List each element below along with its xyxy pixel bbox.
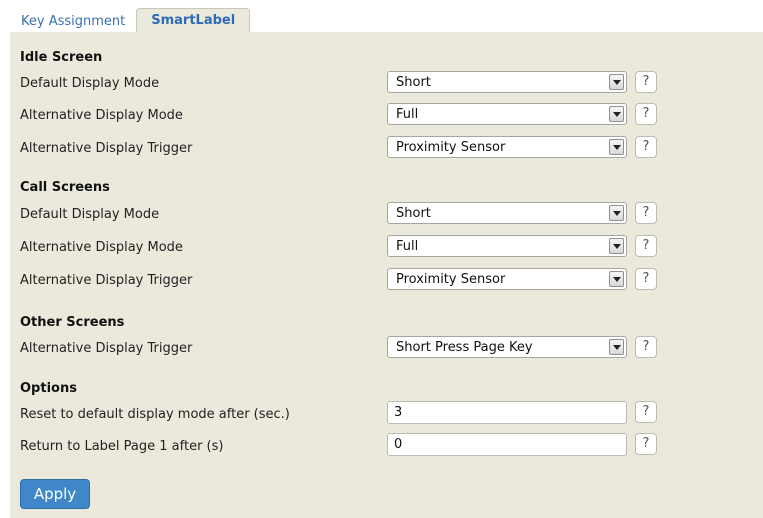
dropdown-arrow-icon [609,205,624,221]
select-value: Short Press Page Key [396,340,533,355]
dropdown-arrow-icon [609,238,624,254]
select-value: Full [396,239,419,254]
select-value: Proximity Sensor [396,272,506,287]
help-icon[interactable]: ? [635,433,657,455]
reset-display-mode-input[interactable]: 3 [387,401,627,424]
select-value: Short [396,206,431,221]
section-title-options: Options [20,381,77,396]
help-icon[interactable]: ? [635,202,657,224]
idle-default-display-mode-select[interactable]: Short [387,71,627,93]
return-to-label-page-label: Return to Label Page 1 after (s) [20,439,224,454]
section-title-idle-screen: Idle Screen [20,50,103,65]
input-value: 0 [394,437,403,452]
select-value: Proximity Sensor [396,140,506,155]
dropdown-arrow-icon [609,271,624,287]
idle-alternative-display-trigger-select[interactable]: Proximity Sensor [387,136,627,158]
help-icon[interactable]: ? [635,401,657,423]
call-default-display-mode-label: Default Display Mode [20,207,160,222]
help-icon[interactable]: ? [635,336,657,358]
select-value: Full [396,107,419,122]
idle-alternative-display-trigger-label: Alternative Display Trigger [20,141,193,156]
call-default-display-mode-select[interactable]: Short [387,202,627,224]
dropdown-arrow-icon [609,106,624,122]
help-icon[interactable]: ? [635,71,657,93]
tab-bar: Key Assignment SmartLabel [10,8,251,32]
help-icon[interactable]: ? [635,268,657,290]
return-to-label-page-input[interactable]: 0 [387,433,627,456]
dropdown-arrow-icon [609,74,624,90]
input-value: 3 [394,405,403,420]
other-alternative-display-trigger-select[interactable]: Short Press Page Key [387,336,627,358]
call-alternative-display-mode-label: Alternative Display Mode [20,240,183,255]
tab-smartlabel[interactable]: SmartLabel [136,8,251,32]
smartlabel-panel: Idle Screen Default Display Mode Short ?… [10,32,763,518]
dropdown-arrow-icon [609,139,624,155]
help-icon[interactable]: ? [635,103,657,125]
idle-alternative-display-mode-select[interactable]: Full [387,103,627,125]
idle-alternative-display-mode-label: Alternative Display Mode [20,108,183,123]
idle-default-display-mode-label: Default Display Mode [20,76,160,91]
section-title-call-screens: Call Screens [20,180,110,195]
apply-button[interactable]: Apply [20,479,90,509]
reset-display-mode-label: Reset to default display mode after (sec… [20,407,290,422]
help-icon[interactable]: ? [635,136,657,158]
call-alternative-display-mode-select[interactable]: Full [387,235,627,257]
help-icon[interactable]: ? [635,235,657,257]
tab-key-assignment[interactable]: Key Assignment [10,10,137,32]
call-alternative-display-trigger-label: Alternative Display Trigger [20,273,193,288]
other-alternative-display-trigger-label: Alternative Display Trigger [20,341,193,356]
dropdown-arrow-icon [609,339,624,355]
select-value: Short [396,75,431,90]
call-alternative-display-trigger-select[interactable]: Proximity Sensor [387,268,627,290]
section-title-other-screens: Other Screens [20,315,125,330]
